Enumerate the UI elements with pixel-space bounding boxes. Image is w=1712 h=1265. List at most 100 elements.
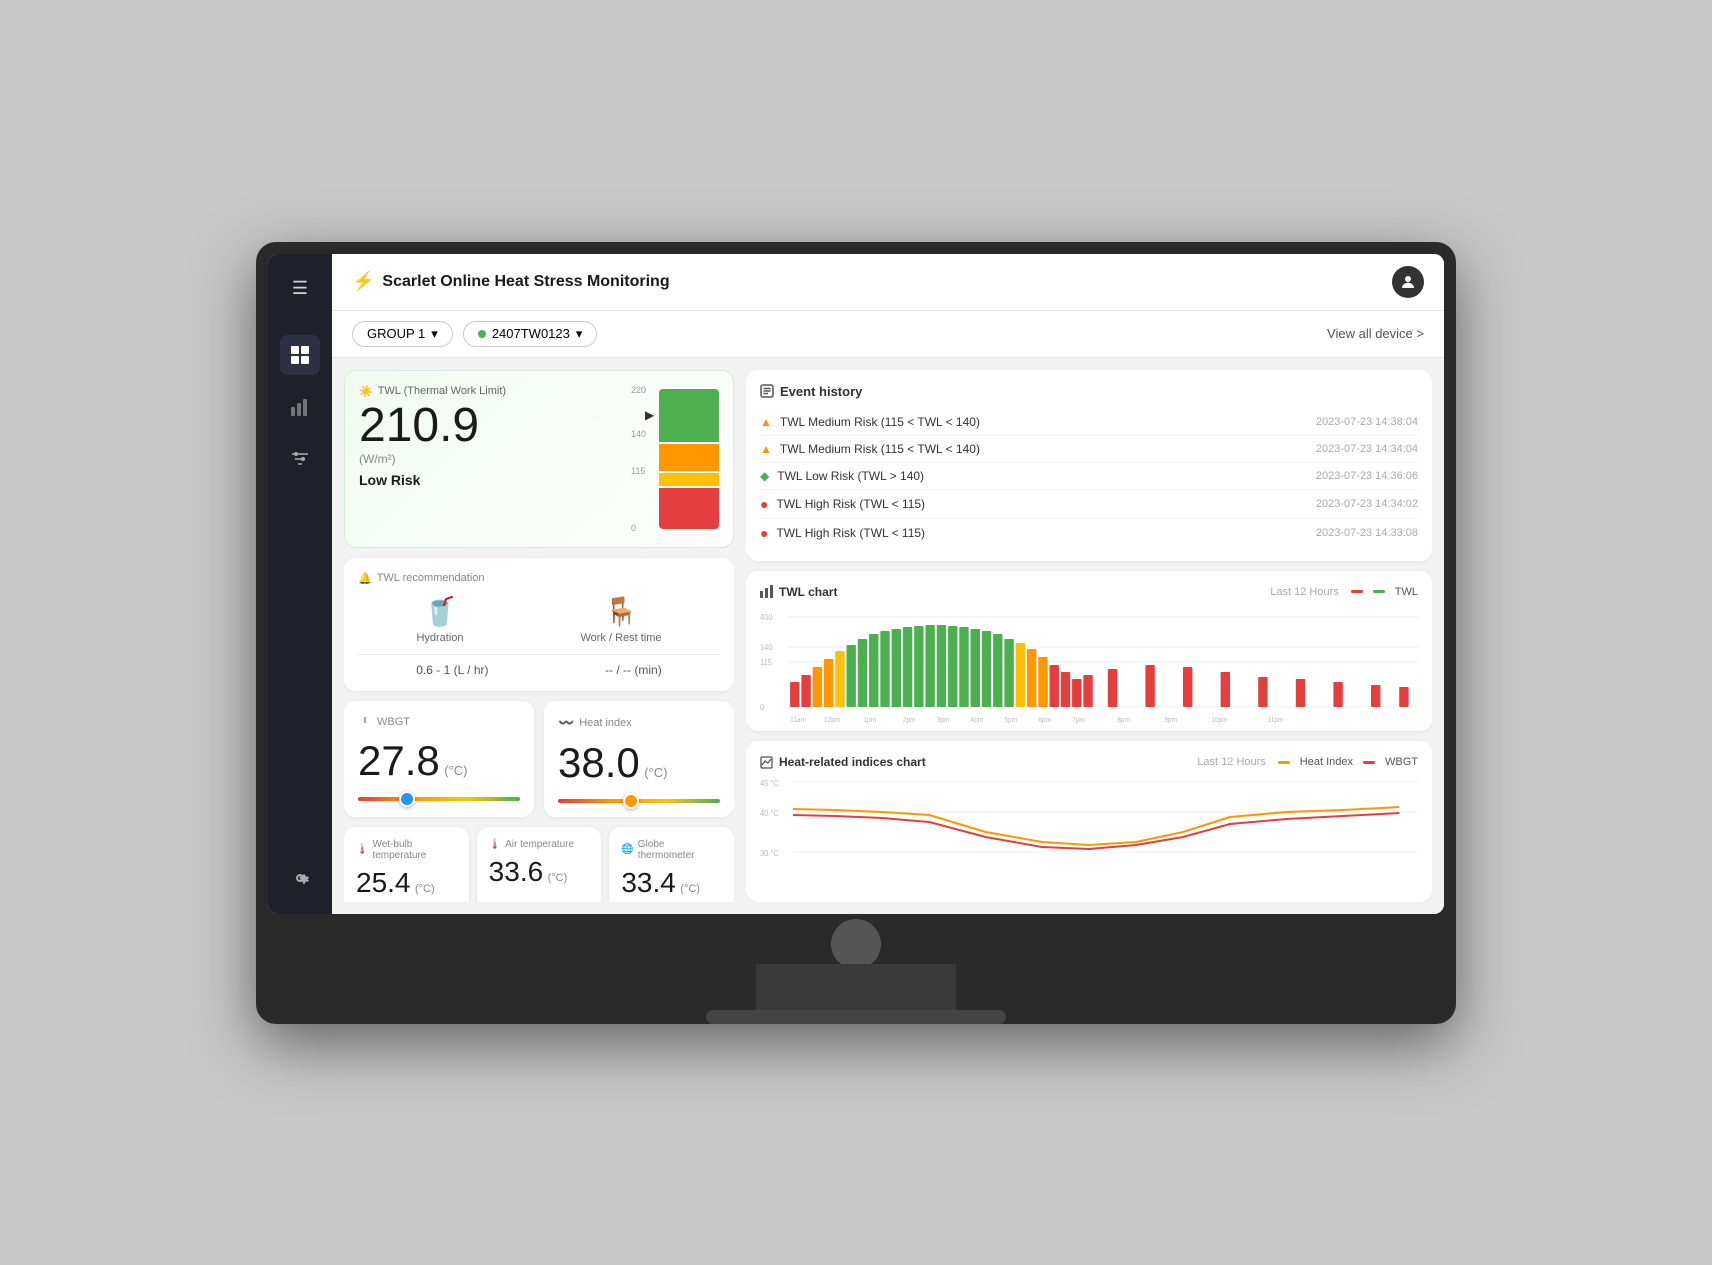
- sidebar-item-settings[interactable]: [280, 858, 320, 898]
- user-avatar[interactable]: [1392, 266, 1424, 298]
- device-status-dot: [478, 330, 486, 338]
- wet-bulb-value: 25.4: [356, 867, 411, 898]
- svg-text:9pm: 9pm: [1164, 716, 1177, 723]
- svg-text:0: 0: [760, 702, 764, 711]
- twl-chart-right: Last 12 Hours TWL: [1270, 586, 1418, 598]
- fire-wave-icon: 〰️: [558, 715, 574, 731]
- heat-index-label: 〰️ Heat index: [558, 715, 720, 731]
- globe-thermo-label: 🌐 Globe thermometer: [621, 839, 722, 861]
- hydration-label: Hydration: [416, 632, 463, 644]
- sidebar-item-chart[interactable]: [280, 387, 320, 427]
- sidebar-item-dashboard[interactable]: [280, 335, 320, 375]
- globe-thermo-value-row: 33.4 (°C): [621, 867, 722, 899]
- wbgt-heat-row: WBGT 27.8 (°C): [344, 701, 734, 817]
- heat-chart-header: Heat-related indices chart Last 12 Hours…: [760, 755, 1418, 769]
- svg-text:11am: 11am: [790, 716, 806, 723]
- content-area: ☀️ TWL (Thermal Work Limit) 210.9 (W/m²)…: [332, 358, 1444, 914]
- svg-text:30 °C: 30 °C: [760, 849, 779, 858]
- chevron-down-icon: ▾: [431, 326, 438, 342]
- subbar-left: GROUP 1 ▾ 2407TW0123 ▾: [352, 321, 597, 347]
- svg-text:400: 400: [760, 612, 773, 621]
- monitor-screen: ☰: [268, 254, 1444, 914]
- twl-label: ☀️ TWL (Thermal Work Limit): [359, 385, 647, 398]
- twl-bar-label-0: 0: [631, 523, 636, 533]
- twl-legend-dot-red: [1351, 590, 1363, 593]
- rec-icons-row: 🥤 Hydration 🪑 Work / Rest time: [358, 595, 720, 644]
- group-dropdown[interactable]: GROUP 1 ▾: [352, 321, 453, 347]
- subbar: GROUP 1 ▾ 2407TW0123 ▾ View all device >: [332, 311, 1444, 358]
- event-list-icon: [760, 384, 774, 398]
- left-panel: ☀️ TWL (Thermal Work Limit) 210.9 (W/m²)…: [344, 370, 734, 902]
- heat-chart-card: Heat-related indices chart Last 12 Hours…: [746, 741, 1432, 902]
- event-text-1: TWL Medium Risk (115 < TWL < 140): [780, 442, 980, 456]
- twl-bar-green: ▶: [659, 389, 719, 443]
- svg-text:4pm: 4pm: [971, 716, 984, 723]
- main-content: ⚡ Scarlet Online Heat Stress Monitoring: [332, 254, 1444, 914]
- monitor-stand-area: [268, 914, 1444, 1024]
- wbgt-unit: (°C): [444, 763, 467, 778]
- view-all-link[interactable]: View all device >: [1327, 326, 1424, 341]
- event-left-1: ▲ TWL Medium Risk (115 < TWL < 140): [760, 442, 980, 456]
- event-row-3: ● TWL High Risk (TWL < 115) 2023-07-23 1…: [760, 490, 1418, 519]
- svg-text:45 °C: 45 °C: [760, 779, 779, 788]
- air-temp-unit: (°C): [548, 872, 568, 884]
- event-history-card: Event history ▲ TWL Medium Risk (115 < T…: [746, 370, 1432, 561]
- bar-chart-icon: [760, 585, 773, 598]
- app-title-area: ⚡ Scarlet Online Heat Stress Monitoring: [352, 271, 670, 292]
- rec-divider: [358, 654, 720, 655]
- heat-chart-legend: Heat Index WBGT: [1278, 756, 1418, 768]
- event-text-0: TWL Medium Risk (115 < TWL < 140): [780, 415, 980, 429]
- event-left-4: ● TWL High Risk (TWL < 115): [760, 525, 925, 541]
- twl-chart-title: TWL chart: [760, 585, 837, 599]
- heat-index-legend-label: Heat Index: [1300, 756, 1353, 768]
- sidebar: ☰: [268, 254, 332, 914]
- monitor-stand-circle: [831, 919, 881, 969]
- event-history-title: Event history: [760, 384, 1418, 399]
- twl-bar-orange: [659, 444, 719, 471]
- heat-index-value-row: 38.0 (°C): [558, 739, 720, 787]
- globe-thermo-unit: (°C): [680, 883, 700, 895]
- twl-bar-yellow: [659, 473, 719, 486]
- hamburger-menu-icon[interactable]: ☰: [284, 270, 316, 307]
- event-row-2: ◆ TWL Low Risk (TWL > 140) 2023-07-23 14…: [760, 463, 1418, 490]
- topbar: ⚡ Scarlet Online Heat Stress Monitoring: [332, 254, 1444, 311]
- heat-index-slider-thumb: [623, 793, 639, 809]
- svg-text:2pm: 2pm: [903, 716, 916, 723]
- work-rest-value: -- / -- (min): [605, 663, 662, 677]
- wbgt-value: 27.8: [358, 737, 440, 784]
- event-time-4: 2023-07-23 14:33:08: [1316, 527, 1418, 539]
- twl-chart-svg: 400 140 115 0: [760, 607, 1418, 727]
- small-metrics-row-1: 🌡️ Wet-bulb temperature 25.4 (°C): [344, 827, 734, 902]
- svg-text:8pm: 8pm: [1117, 716, 1130, 723]
- air-temp-value-row: 33.6 (°C): [489, 856, 590, 888]
- hydration-icon: 🥤: [416, 595, 463, 628]
- sidebar-item-filters[interactable]: [280, 439, 320, 479]
- event-text-4: TWL High Risk (TWL < 115): [776, 526, 925, 540]
- twl-chart-area: 400 140 115 0: [760, 607, 1418, 727]
- heat-chart-period: Last 12 Hours: [1197, 756, 1265, 768]
- event-row-1: ▲ TWL Medium Risk (115 < TWL < 140) 2023…: [760, 436, 1418, 463]
- svg-text:11pm: 11pm: [1268, 716, 1284, 723]
- monitor-stand: [756, 964, 956, 1024]
- bell-icon: 🔔: [358, 572, 372, 585]
- twl-bar-label-140: 140: [631, 429, 646, 439]
- twl-chart-card: TWL chart Last 12 Hours TWL: [746, 571, 1432, 732]
- heat-index-card: 〰️ Heat index 38.0 (°C): [544, 701, 734, 817]
- event-left-2: ◆ TWL Low Risk (TWL > 140): [760, 469, 924, 483]
- hydration-icon-item: 🥤 Hydration: [416, 595, 463, 644]
- device-dropdown[interactable]: 2407TW0123 ▾: [463, 321, 598, 347]
- group-dropdown-label: GROUP 1: [367, 326, 425, 341]
- air-temp-icon: 🌡️: [489, 839, 501, 850]
- rec-values-row: 0.6 - 1 (L / hr) -- / -- (min): [358, 663, 720, 677]
- event-text-3: TWL High Risk (TWL < 115): [776, 497, 925, 511]
- event-time-0: 2023-07-23 14:38:04: [1316, 416, 1418, 428]
- heat-index-legend-dot: [1278, 761, 1290, 764]
- topbar-right: [1392, 266, 1424, 298]
- right-panel: Event history ▲ TWL Medium Risk (115 < T…: [746, 370, 1432, 902]
- event-time-2: 2023-07-23 14:36:06: [1316, 470, 1418, 482]
- twl-chart-header: TWL chart Last 12 Hours TWL: [760, 585, 1418, 599]
- twl-bar-label-220: 220: [631, 385, 646, 395]
- event-row-4: ● TWL High Risk (TWL < 115) 2023-07-23 1…: [760, 519, 1418, 547]
- heat-index-slider: [558, 799, 720, 803]
- event-icon-0: ▲: [760, 415, 772, 429]
